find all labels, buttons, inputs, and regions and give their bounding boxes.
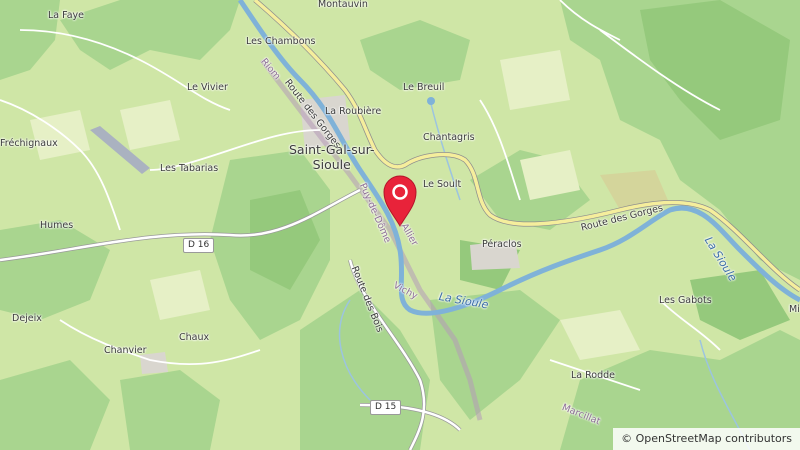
copyright-symbol: ©	[621, 432, 633, 445]
map-attribution[interactable]: © OpenStreetMap contributors	[613, 428, 800, 450]
place-label-le-soult: Le Soult	[423, 179, 462, 190]
place-label-chantagris: Chantagris	[423, 132, 475, 143]
place-label-les-chambons: Les Chambons	[246, 36, 316, 47]
place-label-dejeix: Dejeix	[12, 313, 42, 324]
place-label-peraclos: Péraclos	[482, 239, 522, 250]
attribution-link[interactable]: OpenStreetMap contributors	[636, 432, 792, 445]
place-label-les-gabots: Les Gabots	[659, 295, 712, 306]
road-shield-d15: D 15	[370, 400, 402, 415]
road-shield-d16: D 16	[183, 238, 215, 253]
place-label-chaux: Chaux	[179, 332, 210, 343]
place-label-saint-gal-line2: Sioule	[312, 157, 351, 172]
place-label-frechignaux: Fréchignaux	[0, 138, 58, 149]
place-label-la-faye: La Faye	[48, 10, 85, 21]
place-label-le-breuil: Le Breuil	[403, 82, 445, 93]
place-label-le-vivier: Le Vivier	[187, 82, 228, 93]
place-label-la-rodde: La Rodde	[571, 370, 616, 381]
place-label-la-roubiere: La Roubière	[325, 106, 382, 117]
place-label-montauvin: Montauvin	[318, 0, 368, 10]
place-label-chanvier: Chanvier	[104, 345, 147, 356]
place-label-mi: Mi	[789, 304, 800, 315]
map-view[interactable]: La Faye Montauvin Les Chambons Le Vivier…	[0, 0, 800, 450]
place-label-humes: Humes	[40, 220, 74, 231]
place-label-les-tabarias: Les Tabarias	[160, 163, 219, 174]
